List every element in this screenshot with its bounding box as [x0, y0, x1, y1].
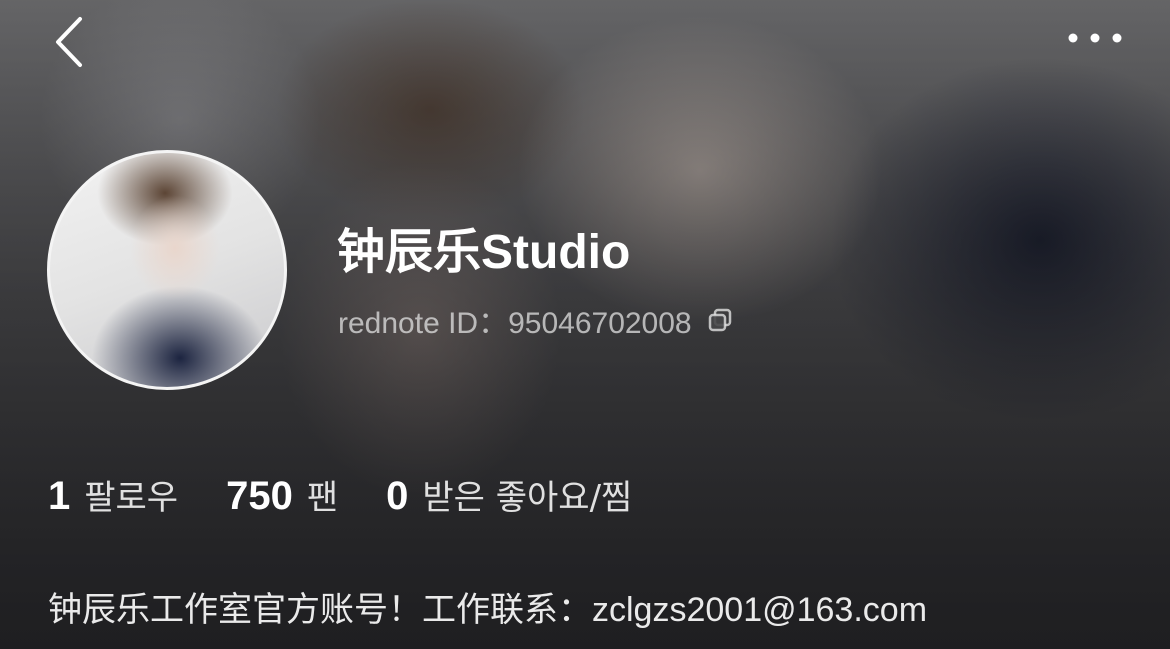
chevron-left-icon: [56, 17, 82, 67]
avatar[interactable]: [47, 150, 287, 390]
stat-likes-count: 0: [386, 474, 409, 518]
stat-fans-label: 팬: [306, 478, 339, 518]
stat-following-count: 1: [48, 474, 71, 518]
back-button[interactable]: [44, 14, 94, 70]
profile-page: 钟辰乐Studio rednote ID：95046702008 1 팔로우 7…: [0, 0, 1170, 649]
stat-following-label: 팔로우: [84, 478, 179, 518]
profile-name: 钟辰乐Studio: [337, 226, 631, 279]
profile-bio: 钟辰乐工作室官方账号！工作联系：zclgzs2001@163.com: [48, 591, 928, 629]
more-options-button[interactable]: [1060, 20, 1130, 56]
profile-id: rednote ID：95046702008: [338, 307, 692, 340]
stat-fans-count: 750: [226, 474, 293, 518]
profile-id-row: rednote ID：95046702008: [338, 298, 734, 342]
stat-fans[interactable]: 750 팬: [226, 470, 338, 519]
stat-likes[interactable]: 0 받은 좋아요/찜: [386, 470, 632, 519]
copy-icon[interactable]: [706, 306, 734, 334]
stat-likes-label: 받은 좋아요/찜: [422, 478, 633, 518]
ellipsis-icon: [1068, 33, 1122, 43]
profile-stats: 1 팔로우 750 팬 0 받은 좋아요/찜: [48, 470, 632, 519]
stat-following[interactable]: 1 팔로우: [48, 470, 178, 519]
